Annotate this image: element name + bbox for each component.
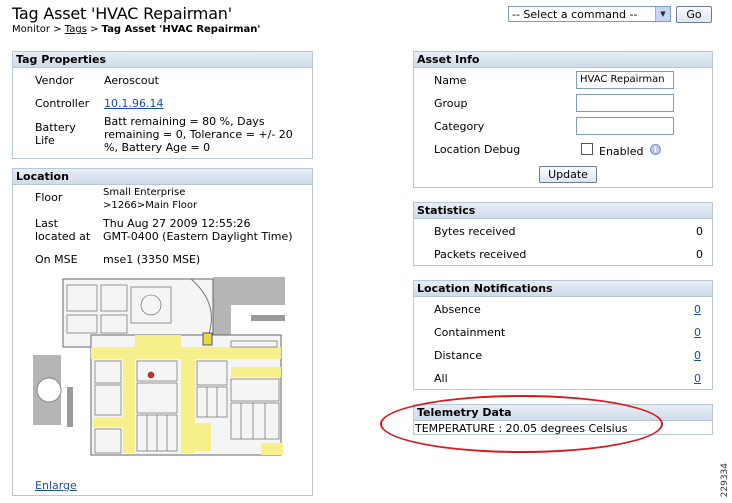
vendor-value: Aeroscout [104,74,159,87]
absence-count-link[interactable]: 0 [694,303,701,316]
name-label: Name [434,74,467,87]
breadcrumb-tags-link[interactable]: Tags [65,24,87,35]
last-located-value-1: Thu Aug 27 2009 12:55:26 [103,217,251,230]
command-select[interactable]: -- Select a command -- ▼ [508,6,671,22]
breadcrumb-current: Tag Asset 'HVAC Repairman' [101,24,261,35]
battery-value-line-2: remaining = 0, Tolerance = +/- 20 [104,128,293,141]
chevron-down-icon[interactable]: ▼ [655,7,670,21]
floor-value-line-2: >1266>Main Floor [103,200,198,211]
page-title: Tag Asset 'HVAC Repairman' [12,4,232,23]
last-located-label-1: Last [35,217,58,230]
containment-label: Containment [434,326,506,339]
statistics-panel: Statistics Bytes received 0 Packets rece… [413,202,713,266]
update-button[interactable]: Update [539,166,597,183]
bytes-received-label: Bytes received [434,225,516,238]
location-notifications-header: Location Notifications [414,281,712,297]
breadcrumb: Monitor > Tags > Tag Asset 'HVAC Repairm… [12,24,260,35]
category-field[interactable] [576,117,674,135]
category-label: Category [434,120,485,133]
floor-map[interactable] [31,275,287,471]
vendor-label: Vendor [35,74,74,87]
controller-label: Controller [35,97,90,110]
breadcrumb-separator: > [50,24,65,35]
distance-label: Distance [434,349,483,362]
name-field[interactable]: HVAC Repairman [576,71,674,89]
highlight-ellipse [380,395,663,453]
group-field[interactable] [576,94,674,112]
battery-label-1: Battery [35,121,76,134]
location-debug-checkbox[interactable] [581,143,593,155]
group-label: Group [434,97,468,110]
packets-received-label: Packets received [434,248,527,261]
battery-value-line-3: %, Battery Age = 0 [104,141,211,154]
battery-label-2: Life [35,134,55,147]
floor-value-line-1: Small Enterprise [103,187,186,198]
last-located-value-2: GMT-0400 (Eastern Daylight Time) [103,230,293,243]
last-located-label-2: located at [35,230,91,243]
enabled-label: Enabled [599,145,644,158]
all-label: All [434,372,448,385]
packets-received-value: 0 [696,248,703,261]
location-panel: Location Floor Small Enterprise >1266>Ma… [12,168,313,496]
mse-value: mse1 (3350 MSE) [103,253,201,266]
location-notifications-panel: Location Notifications Absence 0 Contain… [413,280,713,390]
location-header: Location [13,169,312,185]
statistics-header: Statistics [414,203,712,219]
bytes-received-value: 0 [696,225,703,238]
mse-label: On MSE [35,253,78,266]
breadcrumb-monitor: Monitor [12,24,51,35]
breadcrumb-separator: > [86,24,102,35]
controller-link[interactable]: 10.1.96.14 [104,97,163,110]
tag-properties-header: Tag Properties [13,52,312,68]
enlarge-link[interactable]: Enlarge [35,479,77,492]
location-debug-label: Location Debug [434,143,521,156]
battery-value-line-1: Batt remaining = 80 %, Days [104,115,265,128]
containment-count-link[interactable]: 0 [694,326,701,339]
absence-label: Absence [434,303,481,316]
asset-info-panel: Asset Info Name HVAC Repairman Group Cat… [413,51,713,188]
info-icon[interactable]: i [650,144,661,155]
command-select-value: -- Select a command -- [512,8,638,21]
figure-number: 229334 [720,462,730,497]
all-count-link[interactable]: 0 [694,372,701,385]
floor-label: Floor [35,191,63,204]
tag-properties-panel: Tag Properties Vendor Aeroscout Controll… [12,51,313,159]
asset-info-header: Asset Info [414,52,712,68]
go-button[interactable]: Go [676,6,712,23]
distance-count-link[interactable]: 0 [694,349,701,362]
